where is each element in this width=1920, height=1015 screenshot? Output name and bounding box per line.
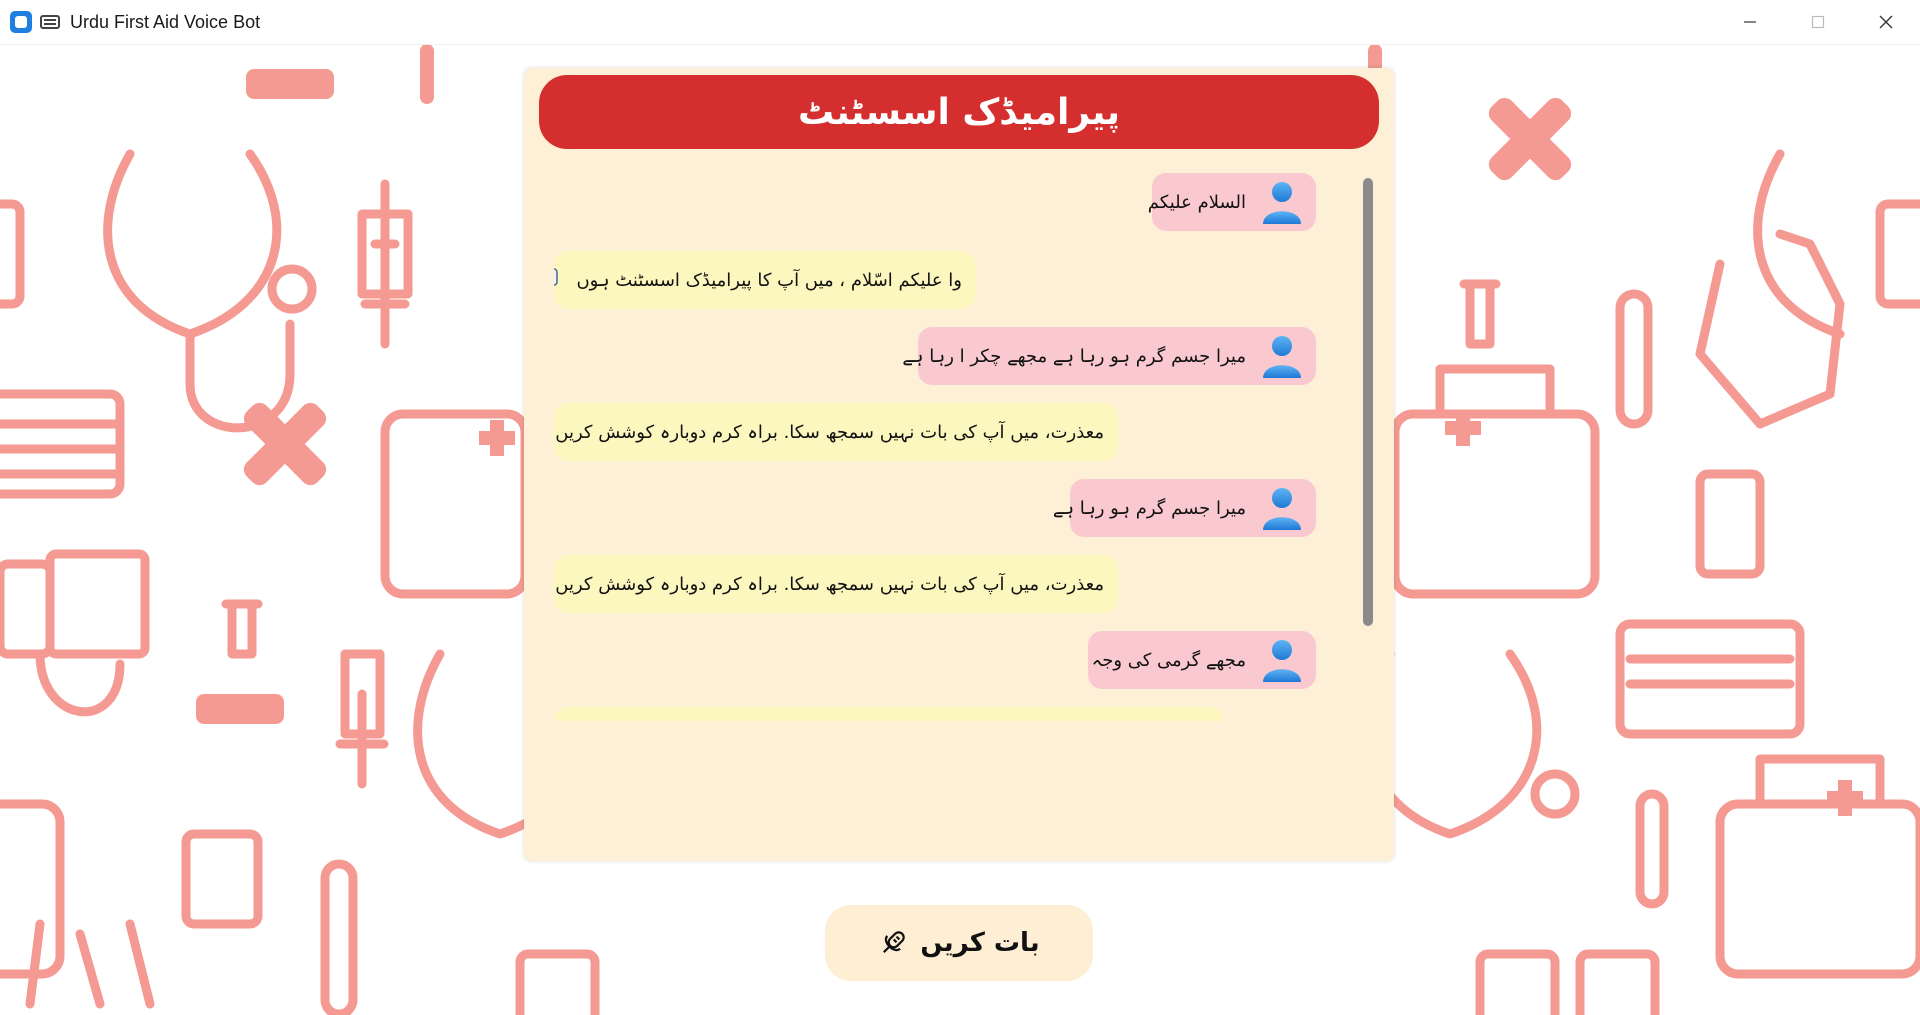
mask-icon xyxy=(1615,619,1805,739)
bot-message-partial xyxy=(554,707,1224,721)
talk-button[interactable]: بات کریں xyxy=(825,905,1093,981)
window-controls xyxy=(1716,0,1920,44)
maximize-button[interactable] xyxy=(1784,0,1852,44)
bot-message: معذرت، میں آپ کی بات نہیں سمجھ سکا. براہ… xyxy=(554,555,1118,613)
maximize-icon xyxy=(1811,15,1825,29)
bandage-icon xyxy=(1488,97,1572,181)
user-message: میرا جسم گرم ہو رہا ہے xyxy=(1053,479,1316,537)
syringe-icon xyxy=(360,179,410,349)
close-icon xyxy=(1879,15,1893,29)
message-text: میرا جسم گرم ہو رہا ہے مجھے چکر ا رہا ہے xyxy=(902,345,1246,367)
bandage-icon xyxy=(196,694,284,724)
page-title: پیرامیڈک اسسٹنٹ xyxy=(539,75,1379,149)
close-button[interactable] xyxy=(1852,0,1920,44)
thermometer-icon xyxy=(1615,289,1653,429)
app-icon xyxy=(10,11,32,33)
pill-pack-icon xyxy=(181,829,263,929)
user-message: السلام علیکم xyxy=(1148,173,1316,231)
vial-icon xyxy=(1459,279,1501,349)
message-text: السلام علیکم xyxy=(1147,191,1246,213)
message-text: وا علیکم اسّلام ، میں آپ کا پیرامیڈک اسس… xyxy=(576,269,962,291)
user-message: مجھے گرمی کی وجہ xyxy=(1088,631,1316,689)
pill-pack-icon xyxy=(1695,469,1765,579)
user-avatar-icon xyxy=(1263,488,1301,530)
window-title: Urdu First Aid Voice Bot xyxy=(70,11,261,32)
talk-button-label: بات کریں xyxy=(920,928,1040,958)
bot-message: وا علیکم اسّلام ، میں آپ کا پیرامیڈک اسس… xyxy=(554,251,976,309)
message-text: معذرت، میں آپ کی بات نہیں سمجھ سکا. براہ… xyxy=(554,573,1104,595)
user-avatar-icon xyxy=(1263,336,1301,378)
bot-message: معذرت، میں آپ کی بات نہیں سمجھ سکا. براہ… xyxy=(554,403,1118,461)
first-aid-kit-icon xyxy=(1715,799,1920,979)
mask-icon xyxy=(0,389,125,499)
message-text: مجھے گرمی کی وجہ xyxy=(1091,649,1246,671)
keyboard-icon xyxy=(40,15,60,29)
chat-panel: پیرامیڈک اسسٹنٹ السلام علیکم وا علیکم اس… xyxy=(524,68,1394,861)
user-message: میرا جسم گرم ہو رہا ہے مجھے چکر ا رہا ہے xyxy=(902,327,1316,385)
bot-icon xyxy=(554,268,559,286)
thermometer-icon xyxy=(320,859,358,1015)
message-list[interactable]: السلام علیکم وا علیکم اسّلام ، میں آپ کا… xyxy=(554,173,1334,721)
minimize-icon xyxy=(1744,21,1756,23)
blood-pressure-monitor-icon xyxy=(0,559,55,659)
microphone-icon xyxy=(883,931,906,953)
user-avatar-icon xyxy=(1263,640,1301,682)
window-title-bar: Urdu First Aid Voice Bot xyxy=(0,0,1920,45)
vial-icon xyxy=(221,599,263,659)
user-avatar-icon xyxy=(1263,182,1301,224)
message-text: میرا جسم گرم ہو رہا ہے xyxy=(1052,497,1246,519)
first-aid-kit-icon xyxy=(1390,409,1600,599)
minimize-button[interactable] xyxy=(1716,0,1784,44)
message-text: معذرت، میں آپ کی بات نہیں سمجھ سکا. براہ… xyxy=(554,421,1104,443)
stethoscope-icon xyxy=(103,149,282,339)
bandage-icon xyxy=(246,69,334,99)
scrollbar[interactable] xyxy=(1363,178,1373,626)
